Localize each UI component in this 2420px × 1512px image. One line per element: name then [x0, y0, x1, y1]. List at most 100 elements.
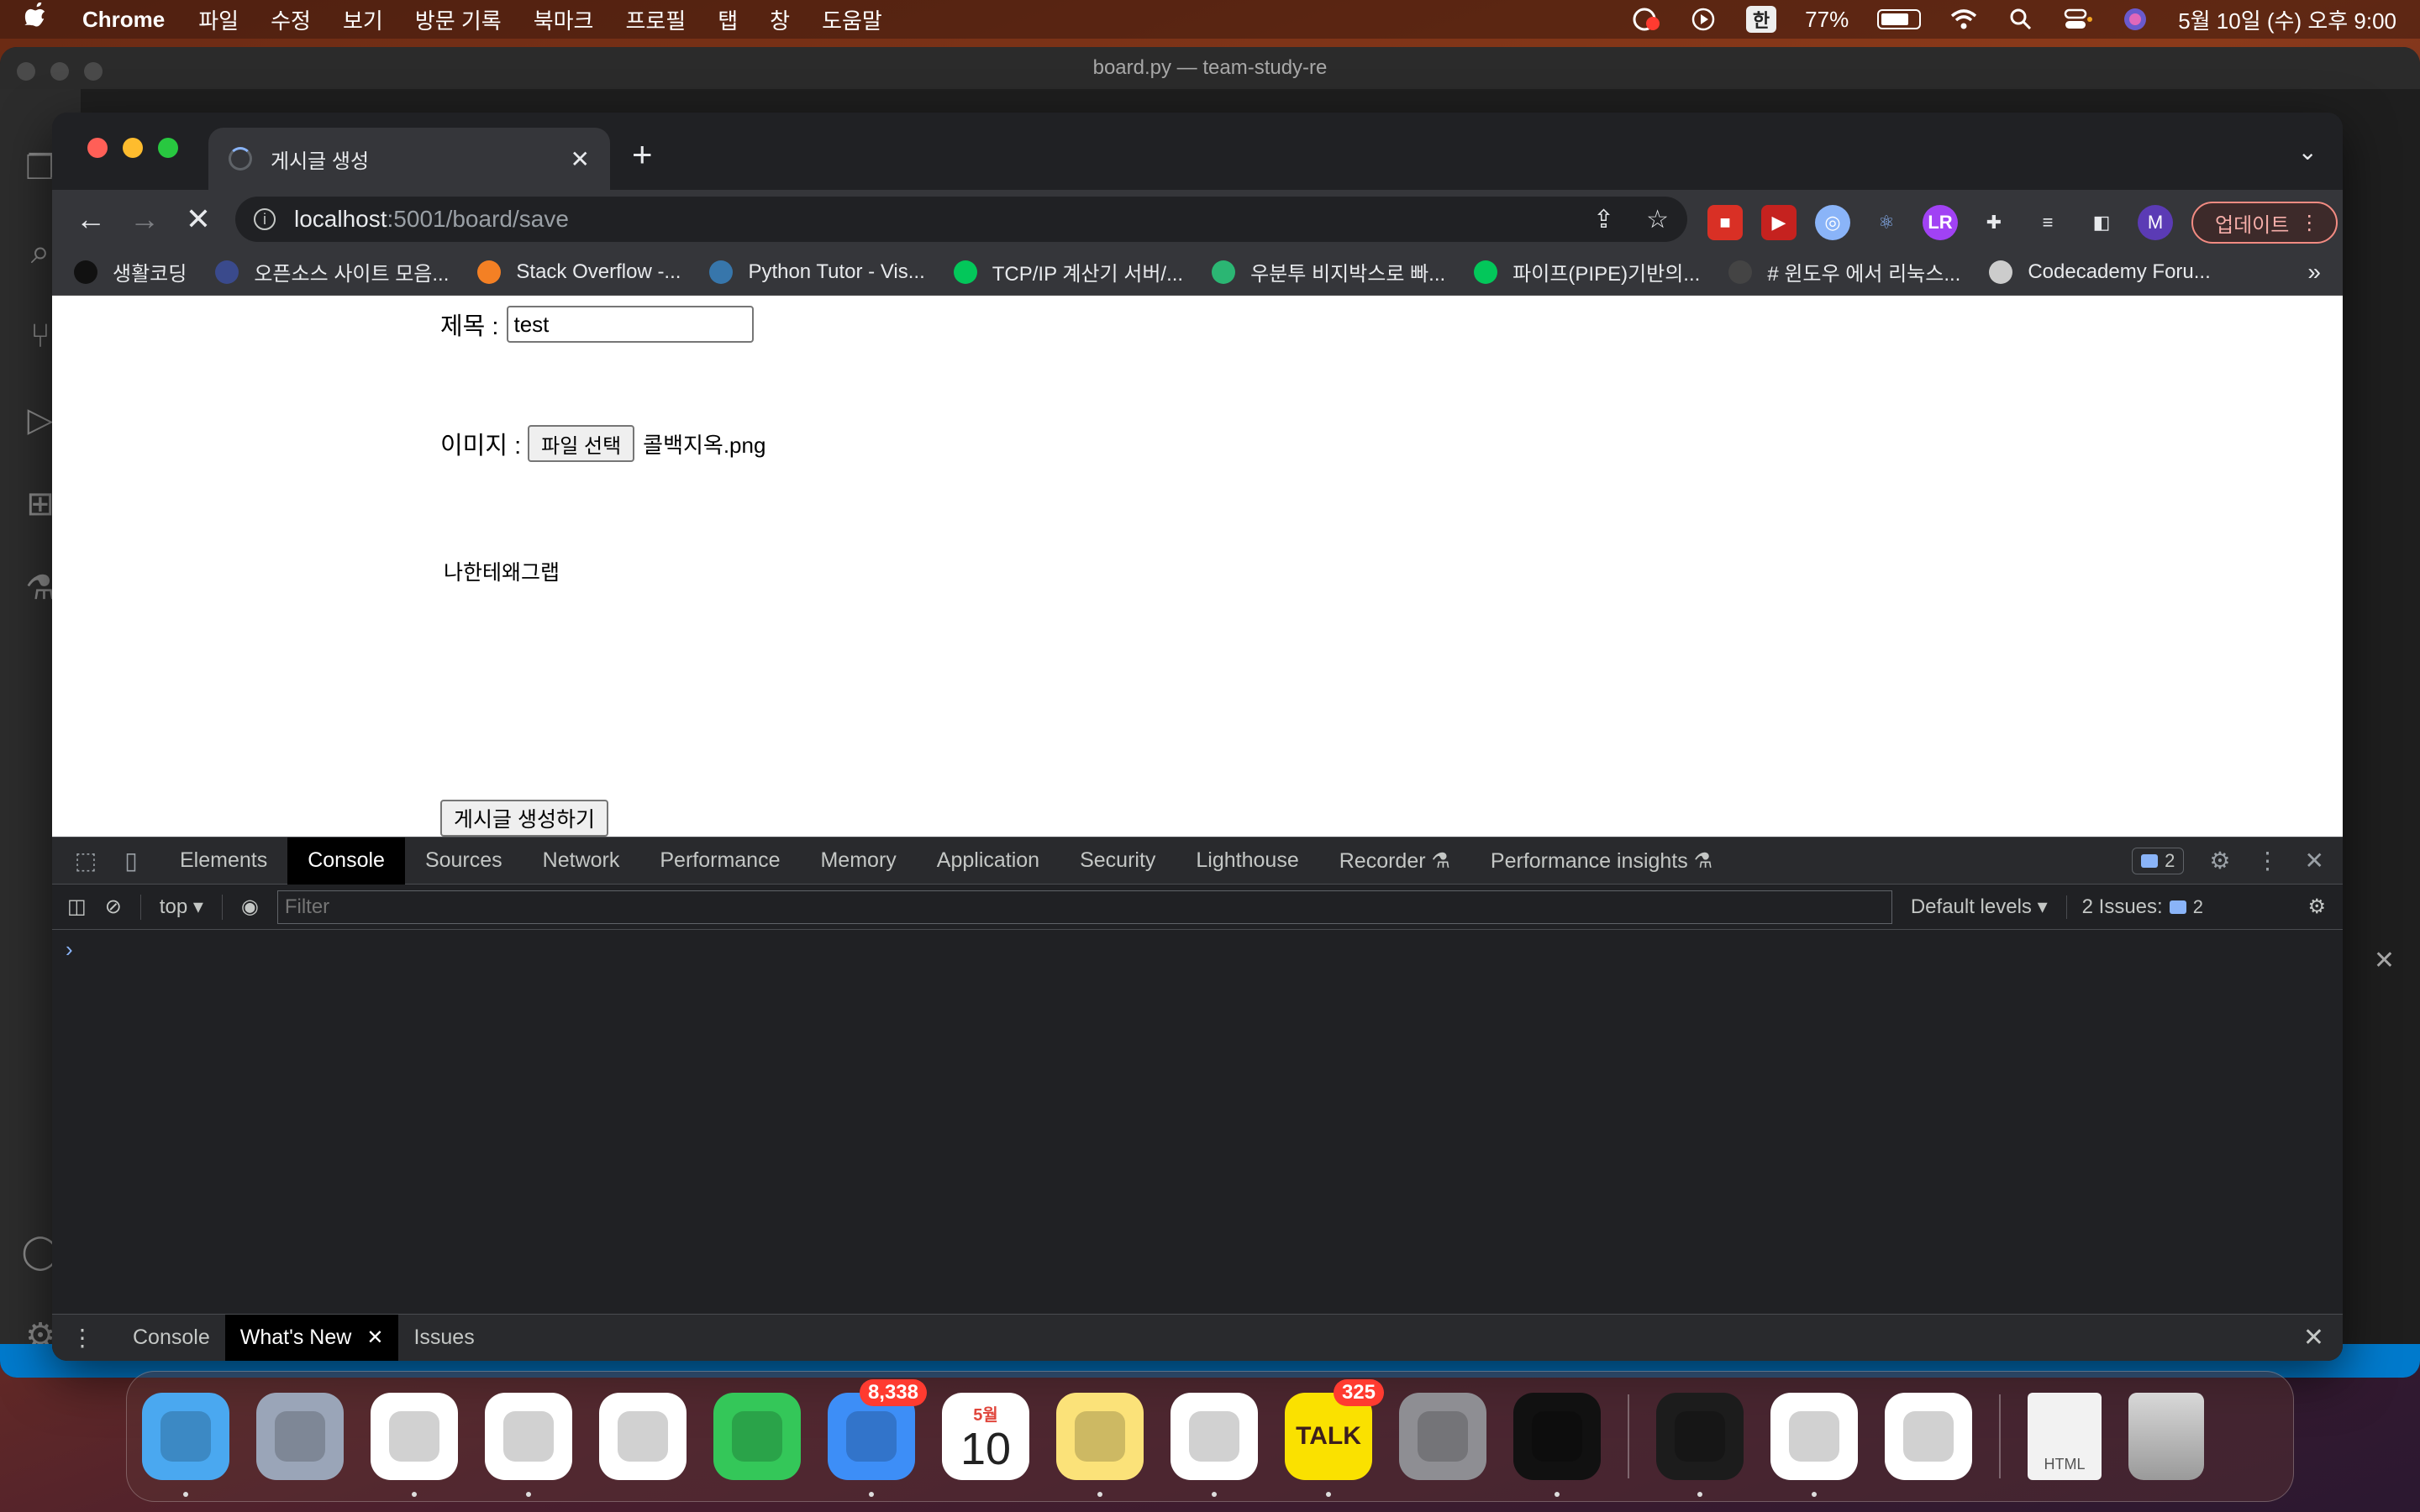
menu-tab[interactable]: 탭	[718, 4, 738, 35]
dock-app-iterm[interactable]	[1513, 1393, 1601, 1497]
back-arrow-icon[interactable]: ←	[64, 202, 118, 237]
create-post-button[interactable]: 게시글 생성하기	[440, 800, 608, 837]
devtools-tab-console[interactable]: Console	[287, 837, 405, 885]
dock-app-calendar[interactable]: 5월 10	[942, 1393, 1029, 1480]
console-settings-gear-icon[interactable]: ⚙	[2307, 895, 2326, 919]
vscode-close-dot[interactable]	[17, 62, 35, 81]
drawer-tab-issues[interactable]: Issues	[398, 1315, 489, 1362]
bookmark-star-icon[interactable]: ☆	[1646, 205, 1669, 234]
context-selector[interactable]: top ▾	[160, 895, 203, 919]
dock-html-document[interactable]: HTML	[2028, 1393, 2102, 1480]
bookmark-item[interactable]: Stack Overflow -...	[477, 260, 681, 284]
drawer-tab-close-icon[interactable]: ✕	[366, 1326, 383, 1350]
devtools-tab-elements[interactable]: Elements	[160, 837, 287, 885]
menu-window[interactable]: 창	[770, 4, 790, 35]
side-panel-icon[interactable]: ◧	[2084, 205, 2119, 240]
devtools-tab-sources[interactable]: Sources	[405, 837, 523, 885]
console-filter-input[interactable]	[276, 890, 1892, 924]
dock-app-vs-code[interactable]	[485, 1393, 572, 1497]
bookmark-item[interactable]: 오픈소스 사이트 모음...	[215, 257, 449, 286]
media-extension-icon[interactable]: ▶	[1761, 205, 1797, 240]
dock-app-chrome[interactable]	[371, 1393, 458, 1497]
dock-app-messages[interactable]	[713, 1393, 801, 1480]
forward-arrow-icon[interactable]: →	[118, 202, 171, 237]
control-center-icon[interactable]	[2064, 7, 2093, 32]
console-output[interactable]: ›	[52, 932, 2343, 1301]
bookmark-item[interactable]: 파이프(PIPE)기반의...	[1474, 257, 1700, 286]
drawer-tab-whats-new[interactable]: What's New ✕	[224, 1314, 399, 1361]
vscode-zoom-dot[interactable]	[84, 62, 103, 81]
tab-close-icon[interactable]: ✕	[571, 145, 590, 173]
dock-app-mail[interactable]: 8,338	[828, 1379, 927, 1497]
dock-app-finder[interactable]	[142, 1393, 229, 1497]
menu-bookmarks[interactable]: 북마크	[534, 4, 594, 35]
dock-app-mongodb-compass[interactable]	[1770, 1393, 1858, 1497]
device-toolbar-icon[interactable]: ▯	[114, 847, 148, 874]
log-levels-dropdown[interactable]: Default levels ▾	[1911, 895, 2048, 919]
bookmark-item[interactable]: TCP/IP 계산기 서버/...	[953, 257, 1183, 286]
menu-file[interactable]: 파일	[198, 4, 239, 35]
notification-icon[interactable]	[1632, 7, 1660, 32]
devtools-settings-gear-icon[interactable]: ⚙	[2209, 847, 2230, 874]
issues-counter[interactable]: 2 Issues: 2	[2065, 895, 2203, 919]
extensions-puzzle-icon[interactable]: ✚	[1976, 205, 2012, 240]
spotlight-search-icon[interactable]	[2007, 7, 2035, 32]
menu-profiles[interactable]: 프로필	[625, 4, 686, 35]
dock-app-system-settings[interactable]	[1399, 1393, 1486, 1480]
input-source-badge[interactable]: 한	[1745, 6, 1777, 33]
issues-badge[interactable]: 2	[2132, 847, 2185, 874]
siri-icon[interactable]	[2121, 7, 2149, 32]
screen-record-extension-icon[interactable]: ■	[1707, 205, 1743, 240]
circle-extension-icon[interactable]: ◎	[1815, 205, 1850, 240]
more-menu-icon[interactable]: ⋮	[2299, 211, 2319, 235]
active-app-name[interactable]: Chrome	[82, 7, 165, 33]
dock-app-notes[interactable]	[1056, 1393, 1144, 1497]
lr-extension-icon[interactable]: LR	[1923, 205, 1958, 240]
close-window-dot[interactable]	[87, 138, 108, 158]
file-select-button[interactable]: 파일 선택	[528, 425, 635, 462]
title-input[interactable]	[507, 306, 755, 343]
devtools-tab-memory[interactable]: Memory	[800, 837, 916, 885]
menubar-clock[interactable]: 5월 10일 (수) 오후 9:00	[2178, 4, 2396, 35]
bookmark-item[interactable]: # 윈도우 에서 리눅스...	[1728, 257, 1960, 286]
devtools-tab-performance[interactable]: Performance	[639, 837, 800, 885]
apple-menu-icon[interactable]	[24, 1, 49, 37]
profile-avatar[interactable]: M	[2138, 205, 2173, 240]
dock-trash-icon[interactable]	[2128, 1393, 2204, 1480]
reading-list-icon[interactable]: ≡	[2030, 205, 2065, 240]
share-icon[interactable]: ⇪	[1593, 205, 1614, 234]
menu-view[interactable]: 보기	[343, 4, 383, 35]
dock-app-kakaotalk[interactable]: TALK 325	[1285, 1379, 1384, 1497]
menu-help[interactable]: 도움말	[822, 4, 882, 35]
react-devtools-icon[interactable]: ⚛	[1869, 205, 1904, 240]
clear-console-icon[interactable]: ⊘	[105, 895, 122, 919]
devtools-tab-security[interactable]: Security	[1060, 837, 1176, 885]
dock-app-vs-code[interactable]	[1885, 1393, 1972, 1480]
inspect-element-icon[interactable]: ⬚	[69, 847, 103, 874]
bookmark-item[interactable]: Codecademy Foru...	[1989, 260, 2211, 284]
devtools-tab-application[interactable]: Application	[917, 837, 1060, 885]
drawer-more-icon[interactable]: ⋮	[71, 1324, 94, 1352]
console-sidebar-icon[interactable]: ◫	[67, 895, 87, 919]
vscode-minimize-dot[interactable]	[50, 62, 69, 81]
devtools-tab-recorder[interactable]: Recorder ⚗	[1319, 837, 1470, 885]
vscode-panel-close-icon[interactable]: ✕	[2374, 946, 2395, 975]
new-tab-plus-icon[interactable]: +	[632, 137, 653, 172]
zoom-window-dot[interactable]	[158, 138, 178, 158]
live-expression-eye-icon[interactable]: ◉	[241, 895, 259, 919]
menu-edit[interactable]: 수정	[271, 4, 311, 35]
dock-app-slack[interactable]	[1171, 1393, 1258, 1497]
dock-app-safari[interactable]	[599, 1393, 687, 1480]
dock-app-launchpad[interactable]	[256, 1393, 344, 1480]
bookmark-item[interactable]: Python Tutor - Vis...	[709, 260, 925, 284]
devtools-tab-network[interactable]: Network	[523, 837, 640, 885]
minimize-window-dot[interactable]	[123, 138, 143, 158]
battery-icon[interactable]	[1877, 9, 1922, 29]
devtools-more-icon[interactable]: ⋮	[2256, 847, 2280, 874]
dock-app-terminal[interactable]	[1656, 1393, 1744, 1497]
menu-history[interactable]: 방문 기록	[415, 4, 502, 35]
wifi-icon[interactable]	[1949, 7, 1978, 32]
address-bar[interactable]: i localhost:5001/board/save ⇪ ☆	[235, 197, 1687, 242]
bookmark-item[interactable]: 생활코딩	[74, 257, 187, 286]
stop-loading-x-icon[interactable]: ✕	[171, 202, 225, 237]
